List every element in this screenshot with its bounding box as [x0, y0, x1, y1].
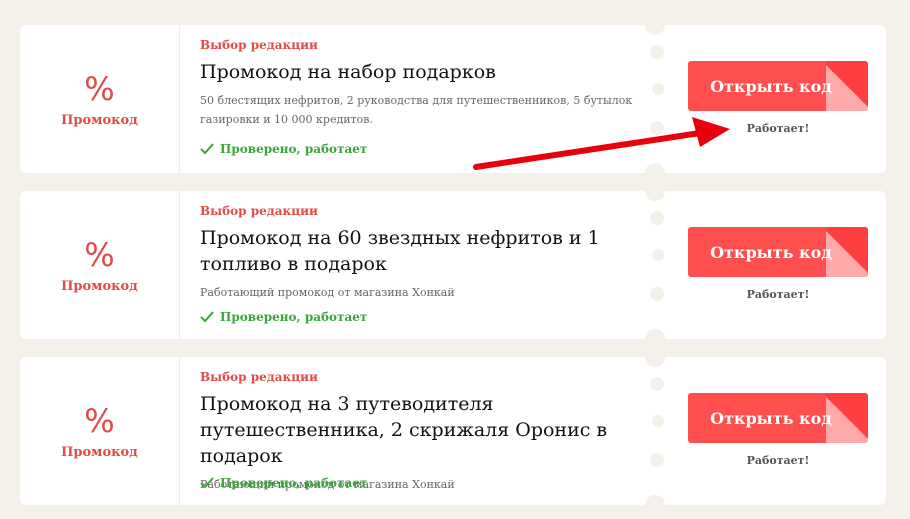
editor-choice-tag: Выбор редакции — [200, 38, 318, 52]
percent-icon: % — [84, 235, 115, 274]
open-code-label: Открыть код — [710, 408, 832, 428]
coupon-content: Выбор редакции Промокод на набор подарко… — [200, 37, 640, 129]
verified-badge: Проверено, работает — [200, 310, 367, 324]
editor-choice-tag: Выбор редакции — [200, 370, 318, 384]
button-corner-fold — [826, 393, 868, 443]
verified-label: Проверено, работает — [220, 476, 368, 490]
open-code-label: Открыть код — [710, 76, 832, 96]
open-code-label: Открыть код — [710, 242, 832, 262]
open-code-button[interactable]: Открыть код — [688, 61, 868, 111]
button-corner-fold — [826, 61, 868, 111]
ticket-notch — [645, 329, 665, 349]
coupon-card: % Промокод Выбор редакции Промокод на на… — [20, 15, 886, 183]
open-code-button[interactable]: Открыть код — [688, 227, 868, 277]
coupon-description: 50 блестящих нефритов, 2 руководства для… — [200, 94, 633, 126]
ticket-notch — [645, 15, 665, 35]
verified-badge: Проверено, работает — [200, 142, 367, 156]
check-icon — [200, 477, 214, 489]
editor-choice-tag: Выбор редакции — [200, 204, 318, 218]
verified-label: Проверено, работает — [220, 142, 368, 156]
coupon-card: % Промокод Выбор редакции Промокод на 60… — [20, 181, 886, 349]
verified-label: Проверено, работает — [220, 310, 368, 324]
ticket-notch — [645, 347, 665, 367]
ticket-notch — [652, 83, 664, 95]
ticket-notch — [652, 249, 664, 261]
percent-icon: % — [84, 401, 115, 440]
coupon-type-block: % Промокод — [20, 357, 180, 505]
coupon-type-block: % Промокод — [20, 25, 180, 173]
button-corner-fold — [826, 227, 868, 277]
open-code-button[interactable]: Открыть код — [688, 393, 868, 443]
ticket-notch — [650, 453, 664, 467]
coupon-content: Выбор редакции Промокод на 60 звездных н… — [200, 203, 640, 302]
check-icon — [200, 311, 214, 323]
ticket-notch — [650, 377, 664, 391]
ticket-notch — [645, 495, 665, 515]
status-text: Работает! — [746, 122, 810, 135]
verified-badge: Проверено, работает — [200, 476, 367, 490]
coupon-title: Промокод на набор подарков — [200, 61, 496, 83]
status-text: Работает! — [746, 454, 810, 467]
coupon-card: % Промокод Выбор редакции Промокод на 3 … — [20, 347, 886, 515]
status-text: Работает! — [746, 288, 810, 301]
ticket-notch — [650, 287, 664, 301]
coupon-type-label: Промокод — [61, 278, 138, 294]
coupon-title: Промокод на 60 звездных нефритов и 1 топ… — [200, 227, 600, 275]
ticket-notch — [650, 211, 664, 225]
coupon-type-block: % Промокод — [20, 191, 180, 339]
coupon-type-label: Промокод — [61, 444, 138, 460]
check-icon — [200, 143, 214, 155]
ticket-notch — [650, 45, 664, 59]
ticket-notch — [652, 415, 664, 427]
coupon-type-label: Промокод — [61, 112, 138, 128]
ticket-notch — [645, 181, 665, 201]
coupon-description: Работающий промокод от магазина Хонкай — [200, 286, 455, 299]
coupon-title: Промокод на 3 путеводителя путешественни… — [200, 393, 608, 467]
percent-icon: % — [84, 69, 115, 108]
ticket-notch — [645, 163, 665, 183]
ticket-notch — [650, 121, 664, 135]
